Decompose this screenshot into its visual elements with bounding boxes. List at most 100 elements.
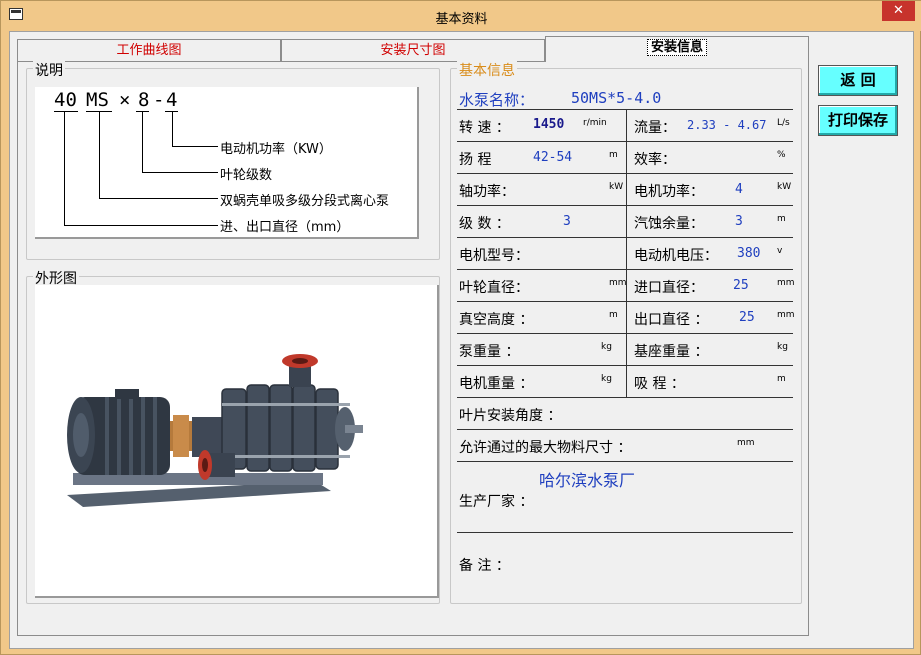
vacuum-height-label: 真空高度 ： xyxy=(459,312,534,328)
code-dash: - xyxy=(153,89,165,111)
explain-group: 说明 40 MS × 8 - 4 电动机功率（KW） 叶轮级数 双蜗壳单吸多级分… xyxy=(26,60,440,260)
efficiency-unit: % xyxy=(777,150,786,160)
pump-illustration xyxy=(67,354,363,507)
speed-label: 转 速 ： xyxy=(459,120,510,136)
leader-stages-v xyxy=(142,112,143,172)
row-divider xyxy=(457,109,793,110)
code-stages: 8 xyxy=(138,89,150,111)
model-code-diagram: 40 MS × 8 - 4 电动机功率（KW） 叶轮级数 双蜗壳单吸多级分段式离… xyxy=(35,87,419,239)
close-button[interactable]: ✕ xyxy=(882,1,915,21)
flow-label: 流量： xyxy=(634,120,676,136)
column-divider xyxy=(626,109,627,397)
row-divider xyxy=(457,365,793,366)
leader-power-v xyxy=(172,112,173,146)
max-particle-unit: mm xyxy=(737,438,755,448)
row-divider xyxy=(457,205,793,206)
shaft-power-unit: kW xyxy=(609,182,624,192)
code-diameter: 40 xyxy=(54,89,77,111)
desc-stages: 叶轮级数 xyxy=(220,168,273,183)
leader-type-h xyxy=(99,198,218,199)
vacuum-height-unit: m xyxy=(609,310,618,320)
title-bar: 基本资料 ✕ xyxy=(1,1,921,31)
impeller-diameter-unit: mm xyxy=(609,278,627,288)
head-value: 42-54 xyxy=(533,150,573,165)
pump-weight-unit: kg xyxy=(601,342,612,352)
base-weight-unit: kg xyxy=(777,342,788,352)
desc-power: 电动机功率（KW） xyxy=(220,142,332,157)
pump-image xyxy=(35,285,439,598)
row-divider xyxy=(457,237,793,238)
speed-value: 1450 xyxy=(533,117,565,132)
head-label: 扬 程 xyxy=(459,152,492,168)
motor-voltage-unit: v xyxy=(777,246,783,256)
leader-diameter-v xyxy=(64,112,65,225)
info-legend: 基本信息 xyxy=(457,60,517,80)
stages-value: 3 xyxy=(563,214,571,229)
motor-weight-unit: kg xyxy=(601,374,612,384)
motor-voltage-label: 电动机电压： xyxy=(634,248,718,264)
inlet-diameter-unit: mm xyxy=(777,278,795,288)
impeller-diameter-label: 叶轮直径： xyxy=(459,280,529,296)
manufacturer-value: 哈尔滨水泵厂 xyxy=(539,471,636,490)
row-divider xyxy=(457,269,793,270)
inlet-diameter-value: 25 xyxy=(733,278,749,293)
row-divider xyxy=(457,461,793,462)
leader-diameter-h xyxy=(64,225,218,226)
motor-model-label: 电机型号： xyxy=(459,248,529,264)
shaft-power-label: 轴功率： xyxy=(459,184,515,200)
base-weight-label: 基座重量 ： xyxy=(634,344,709,360)
motor-weight-label: 电机重量 ： xyxy=(459,376,534,392)
row-divider xyxy=(457,301,793,302)
npsh-unit: m xyxy=(777,214,786,224)
row-divider xyxy=(457,429,793,430)
suction-lift-unit: m xyxy=(777,374,786,384)
code-power: 4 xyxy=(166,89,178,111)
speed-unit: r/min xyxy=(583,118,607,128)
outlet-diameter-value: 25 xyxy=(739,310,755,325)
stages-label: 级 数 ： xyxy=(459,216,510,232)
row-divider xyxy=(457,141,793,142)
tab-work-curve[interactable]: 工作曲线图 xyxy=(17,39,281,61)
flow-value: 2.33 - 4.67 xyxy=(687,118,767,132)
manufacturer-label: 生产厂家 ： xyxy=(459,494,534,510)
pump-name-value: 50MS*5-4.0 xyxy=(571,89,662,107)
efficiency-label: 效率： xyxy=(634,152,676,168)
tab-page-install-info: 说明 40 MS × 8 - 4 电动机功率（KW） 叶轮级数 双蜗壳单吸多级分… xyxy=(17,60,809,636)
row-divider xyxy=(457,333,793,334)
outlet-diameter-label: 出口直径 ： xyxy=(634,312,709,328)
underline-diameter xyxy=(54,111,78,112)
pump-name-label: 水泵名称： xyxy=(459,91,535,109)
head-unit: m xyxy=(609,150,618,160)
explain-legend: 说明 xyxy=(33,60,65,80)
npsh-label: 汽蚀余量： xyxy=(634,216,704,232)
motor-power-label: 电机功率： xyxy=(634,184,704,200)
leader-power-h xyxy=(172,146,218,147)
appearance-group: 外形图 xyxy=(26,268,440,604)
max-particle-label: 允许通过的最大物料尺寸 ： xyxy=(459,440,632,456)
flow-unit: L/s xyxy=(777,118,790,128)
tab-install-dimensions[interactable]: 安装尺寸图 xyxy=(281,39,545,61)
inlet-diameter-label: 进口直径： xyxy=(634,280,704,296)
desc-type: 双蜗壳单吸多级分段式离心泵 xyxy=(220,194,390,209)
leader-stages-h xyxy=(142,172,218,173)
suction-lift-label: 吸 程 ： xyxy=(634,376,685,392)
desc-diameter: 进、出口直径（mm） xyxy=(220,220,350,235)
outlet-diameter-unit: mm xyxy=(777,310,795,320)
remarks-label: 备 注 ： xyxy=(459,558,510,574)
motor-power-unit: kW xyxy=(777,182,792,192)
back-button[interactable]: 返 回 xyxy=(818,65,898,96)
motor-voltage-value: 380 xyxy=(737,246,761,261)
window-title: 基本资料 xyxy=(435,12,488,27)
code-type: MS xyxy=(86,89,109,111)
tab-install-info[interactable]: 安装信息 xyxy=(545,36,809,62)
row-divider xyxy=(457,173,793,174)
pump-weight-label: 泵重量 ： xyxy=(459,344,520,360)
main-window: 基本资料 ✕ 工作曲线图 安装尺寸图 安装信息 说明 40 MS × 8 - 4 xyxy=(0,0,921,655)
tab-control: 工作曲线图 安装尺寸图 安装信息 说明 40 MS × 8 - 4 电动机功率（… xyxy=(9,36,809,639)
leader-type-v xyxy=(99,112,100,198)
print-save-button[interactable]: 打印保存 xyxy=(818,105,898,136)
motor-power-value: 4 xyxy=(735,182,743,197)
info-group: 基本信息 水泵名称： 50MS*5-4.0 转 速 ： 1450 r/min 流… xyxy=(450,60,802,604)
row-divider xyxy=(457,532,793,533)
row-divider xyxy=(457,397,793,398)
